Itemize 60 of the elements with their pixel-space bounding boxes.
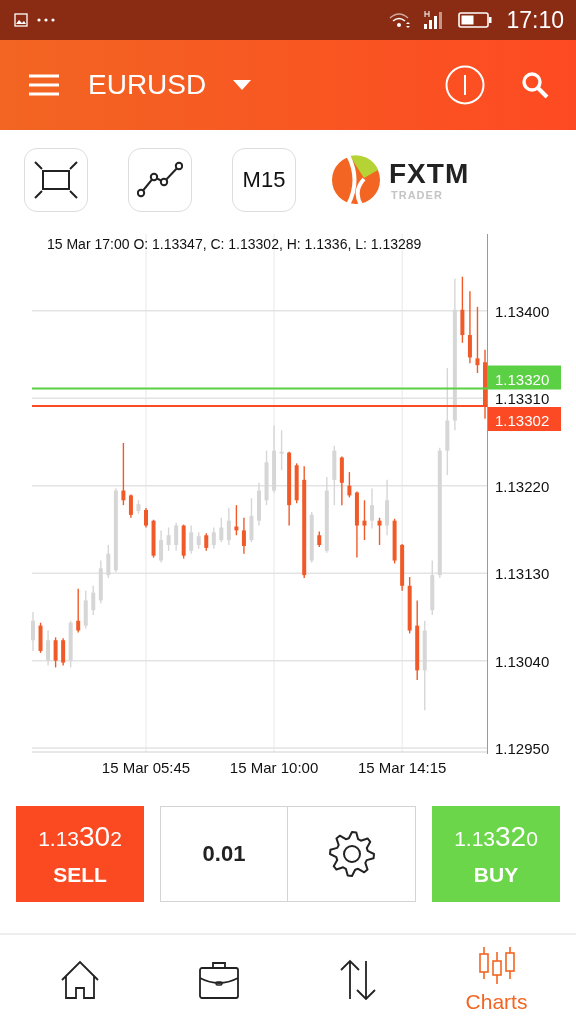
ref-line-label: 1.13320 bbox=[495, 370, 550, 388]
ref-line-label: 1.13302 bbox=[495, 412, 550, 429]
price-tag: 1.13302 bbox=[488, 407, 561, 431]
candlestick bbox=[76, 588, 81, 634]
search-button[interactable] bbox=[520, 70, 550, 100]
menu-button[interactable] bbox=[28, 74, 60, 96]
price-axis-label: 1.13130 bbox=[495, 565, 550, 583]
candlestick bbox=[475, 306, 480, 374]
candlestick bbox=[53, 636, 58, 669]
candlestick bbox=[370, 487, 374, 530]
price-tag: 1.13320 bbox=[488, 365, 561, 390]
candlestick bbox=[174, 521, 179, 552]
line-tool-button[interactable] bbox=[128, 148, 192, 212]
candlestick bbox=[61, 637, 66, 667]
candlestick bbox=[347, 471, 352, 499]
candlestick bbox=[46, 629, 51, 667]
buy-button[interactable]: 1.13320 BUY bbox=[432, 806, 560, 902]
sell-button[interactable]: 1.13302 SELL bbox=[16, 806, 144, 902]
candlestick bbox=[219, 517, 224, 543]
candlestick bbox=[279, 429, 284, 471]
candlestick bbox=[377, 517, 382, 546]
time-axis-label: 15 Mar 05:45 bbox=[101, 759, 191, 776]
candlestick bbox=[166, 526, 171, 552]
timeframe-button[interactable]: M15 bbox=[232, 148, 296, 212]
price-axis-label: 1.12950 bbox=[495, 740, 550, 758]
time-axis-label: 15 Mar 10:00 bbox=[229, 759, 319, 776]
candlestick bbox=[211, 526, 216, 550]
battery-icon bbox=[458, 12, 493, 28]
symbol-dropdown[interactable]: EURUSD bbox=[88, 69, 252, 101]
price-axis-label: 1.13040 bbox=[495, 652, 550, 670]
home-icon bbox=[59, 959, 100, 1000]
candlestick bbox=[189, 524, 194, 555]
candlestick bbox=[91, 585, 96, 616]
more-icon bbox=[36, 17, 56, 23]
candlestick bbox=[128, 493, 133, 519]
logo-icon bbox=[331, 155, 381, 205]
caret-icon bbox=[233, 80, 252, 90]
candlestick bbox=[144, 507, 148, 529]
info-button[interactable] bbox=[445, 65, 485, 105]
candlestick bbox=[106, 544, 111, 579]
candlestick bbox=[121, 442, 126, 506]
candlestick bbox=[362, 499, 367, 541]
fullscreen-button[interactable] bbox=[24, 148, 88, 212]
price-axis-label: 1.13310 bbox=[495, 390, 550, 408]
time-axis-label: 15 Mar 14:15 bbox=[357, 759, 447, 776]
price-axis-label: 1.13400 bbox=[495, 302, 550, 320]
ohlc-caption: 15 Mar 17:00 O: 1.13347, C: 1.13302, H: 1.1336, L: 1.13289 bbox=[47, 236, 422, 252]
logo-wordmark: FXTM bbox=[389, 159, 470, 189]
candlestick bbox=[467, 290, 472, 364]
logo-subtitle: TRADER bbox=[391, 189, 443, 201]
clock-time: 17:10 bbox=[506, 6, 564, 34]
candlestick bbox=[241, 517, 246, 555]
charts-tab[interactable]: Charts bbox=[436, 935, 557, 1024]
price-axis-label: 1.13220 bbox=[495, 477, 550, 495]
candlestick bbox=[31, 611, 35, 652]
candlestick bbox=[226, 507, 231, 546]
wifi-icon bbox=[388, 11, 413, 29]
briefcase-icon bbox=[197, 959, 240, 1000]
candlestick bbox=[159, 529, 164, 564]
image-icon bbox=[14, 13, 28, 27]
